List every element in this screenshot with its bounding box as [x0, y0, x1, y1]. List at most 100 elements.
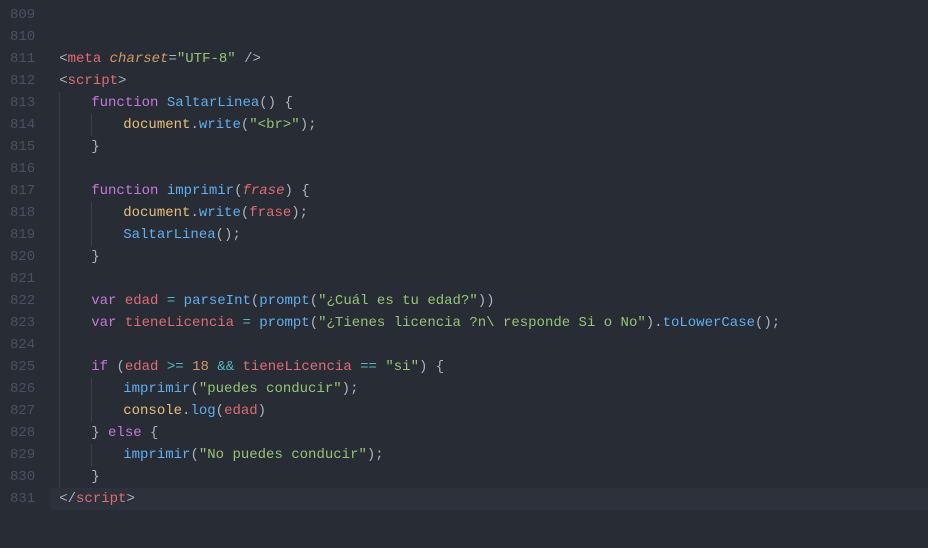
- indent-guide: [59, 378, 91, 400]
- indent-guide: [59, 246, 91, 268]
- code-line[interactable]: <meta charset="UTF-8" />: [51, 48, 928, 70]
- line-number: 831: [10, 488, 35, 510]
- token-op: &&: [217, 359, 234, 375]
- token-string: "UTF-8": [177, 51, 236, 67]
- token-punct: );: [300, 117, 317, 133]
- line-number: 816: [10, 158, 35, 180]
- code-line[interactable]: } else {: [51, 422, 928, 444]
- indent-guide: [59, 356, 91, 378]
- token-punct: (: [310, 293, 318, 309]
- token-attr: charset: [110, 51, 169, 67]
- token-string: "<br>": [249, 117, 299, 133]
- token-op: >=: [167, 359, 184, 375]
- token-keyword: var: [91, 293, 116, 309]
- token-punct: );: [367, 447, 384, 463]
- token-keyword: function: [91, 95, 158, 111]
- indent-guide: [91, 400, 123, 422]
- code-line[interactable]: document.write(frase);: [51, 202, 928, 224]
- code-line[interactable]: }: [51, 246, 928, 268]
- token-punct: );: [291, 205, 308, 221]
- line-number: 826: [10, 378, 35, 400]
- line-number: 824: [10, 334, 35, 356]
- token-func: imprimir: [167, 183, 234, 199]
- token-punct: (: [190, 381, 198, 397]
- token-text: [352, 359, 360, 375]
- line-number: 823: [10, 312, 35, 334]
- indent-guide: [59, 400, 91, 422]
- line-number: 813: [10, 92, 35, 114]
- token-punct: >: [126, 491, 134, 507]
- code-line[interactable]: imprimir("puedes conducir");: [51, 378, 928, 400]
- code-line[interactable]: [51, 268, 928, 290]
- token-text: [158, 359, 166, 375]
- indent-guide: [59, 114, 91, 136]
- code-line[interactable]: [51, 26, 928, 48]
- indent-guide: [91, 378, 123, 400]
- token-obj: document: [123, 205, 190, 221]
- token-tag: script: [68, 73, 118, 89]
- indent-guide: [91, 224, 123, 246]
- code-line[interactable]: <script>: [51, 70, 928, 92]
- indent-guide: [91, 202, 123, 224]
- code-line[interactable]: function SaltarLinea() {: [51, 92, 928, 114]
- code-area[interactable]: <meta charset="UTF-8" /><script> functio…: [51, 0, 928, 548]
- token-text: [101, 51, 109, 67]
- token-punct: ): [258, 403, 266, 419]
- token-ident: edad: [125, 359, 159, 375]
- token-punct: }: [91, 249, 99, 265]
- indent-guide: [91, 114, 123, 136]
- code-line[interactable]: [51, 158, 928, 180]
- token-string: "¿Tienes licencia ?n\ responde Si o No": [318, 315, 646, 331]
- token-punct: =: [168, 51, 176, 67]
- token-tag: script: [76, 491, 126, 507]
- token-op: =: [242, 315, 250, 331]
- code-line[interactable]: }: [51, 136, 928, 158]
- token-keyword: if: [91, 359, 108, 375]
- code-line[interactable]: }: [51, 466, 928, 488]
- code-line[interactable]: if (edad >= 18 && tieneLicencia == "si")…: [51, 356, 928, 378]
- code-line[interactable]: var tieneLicencia = prompt("¿Tienes lice…: [51, 312, 928, 334]
- code-line[interactable]: imprimir("No puedes conducir");: [51, 444, 928, 466]
- token-func: write: [199, 117, 241, 133]
- token-func: toLowerCase: [663, 315, 755, 331]
- token-punct: }: [91, 425, 108, 441]
- token-punct: (: [241, 205, 249, 221]
- code-line[interactable]: var edad = parseInt(prompt("¿Cuál es tu …: [51, 290, 928, 312]
- code-line[interactable]: console.log(edad): [51, 400, 928, 422]
- token-text: [234, 359, 242, 375]
- line-number-gutter: 8098108118128138148158168178188198208218…: [0, 0, 51, 548]
- token-number: 18: [192, 359, 209, 375]
- token-punct: ();: [755, 315, 780, 331]
- code-line[interactable]: document.write("<br>");: [51, 114, 928, 136]
- token-ident: edad: [125, 293, 159, 309]
- token-string: "No puedes conducir": [199, 447, 367, 463]
- token-op: =: [167, 293, 175, 309]
- token-punct: >: [118, 73, 126, 89]
- line-number: 811: [10, 48, 35, 70]
- indent-guide: [59, 466, 91, 488]
- indent-guide: [59, 444, 91, 466]
- token-obj: console: [123, 403, 182, 419]
- token-string: "¿Cuál es tu edad?": [318, 293, 478, 309]
- token-punct: ) {: [419, 359, 444, 375]
- token-func: log: [190, 403, 215, 419]
- code-editor[interactable]: 8098108118128138148158168178188198208218…: [0, 0, 928, 548]
- token-punct: ();: [216, 227, 241, 243]
- line-number: 809: [10, 4, 35, 26]
- line-number: 830: [10, 466, 35, 488]
- token-string: "si": [385, 359, 419, 375]
- code-line[interactable]: function imprimir(frase) {: [51, 180, 928, 202]
- token-func: prompt: [259, 293, 309, 309]
- token-tag: meta: [68, 51, 102, 67]
- line-number: 810: [10, 26, 35, 48]
- token-punct: ) {: [284, 183, 309, 199]
- code-line[interactable]: [51, 4, 928, 26]
- token-func: parseInt: [184, 293, 251, 309]
- code-line[interactable]: </script>: [51, 488, 928, 510]
- line-number: 814: [10, 114, 35, 136]
- line-number: 820: [10, 246, 35, 268]
- code-line[interactable]: [51, 334, 928, 356]
- token-text: [175, 293, 183, 309]
- code-line[interactable]: SaltarLinea();: [51, 224, 928, 246]
- token-func: imprimir: [123, 447, 190, 463]
